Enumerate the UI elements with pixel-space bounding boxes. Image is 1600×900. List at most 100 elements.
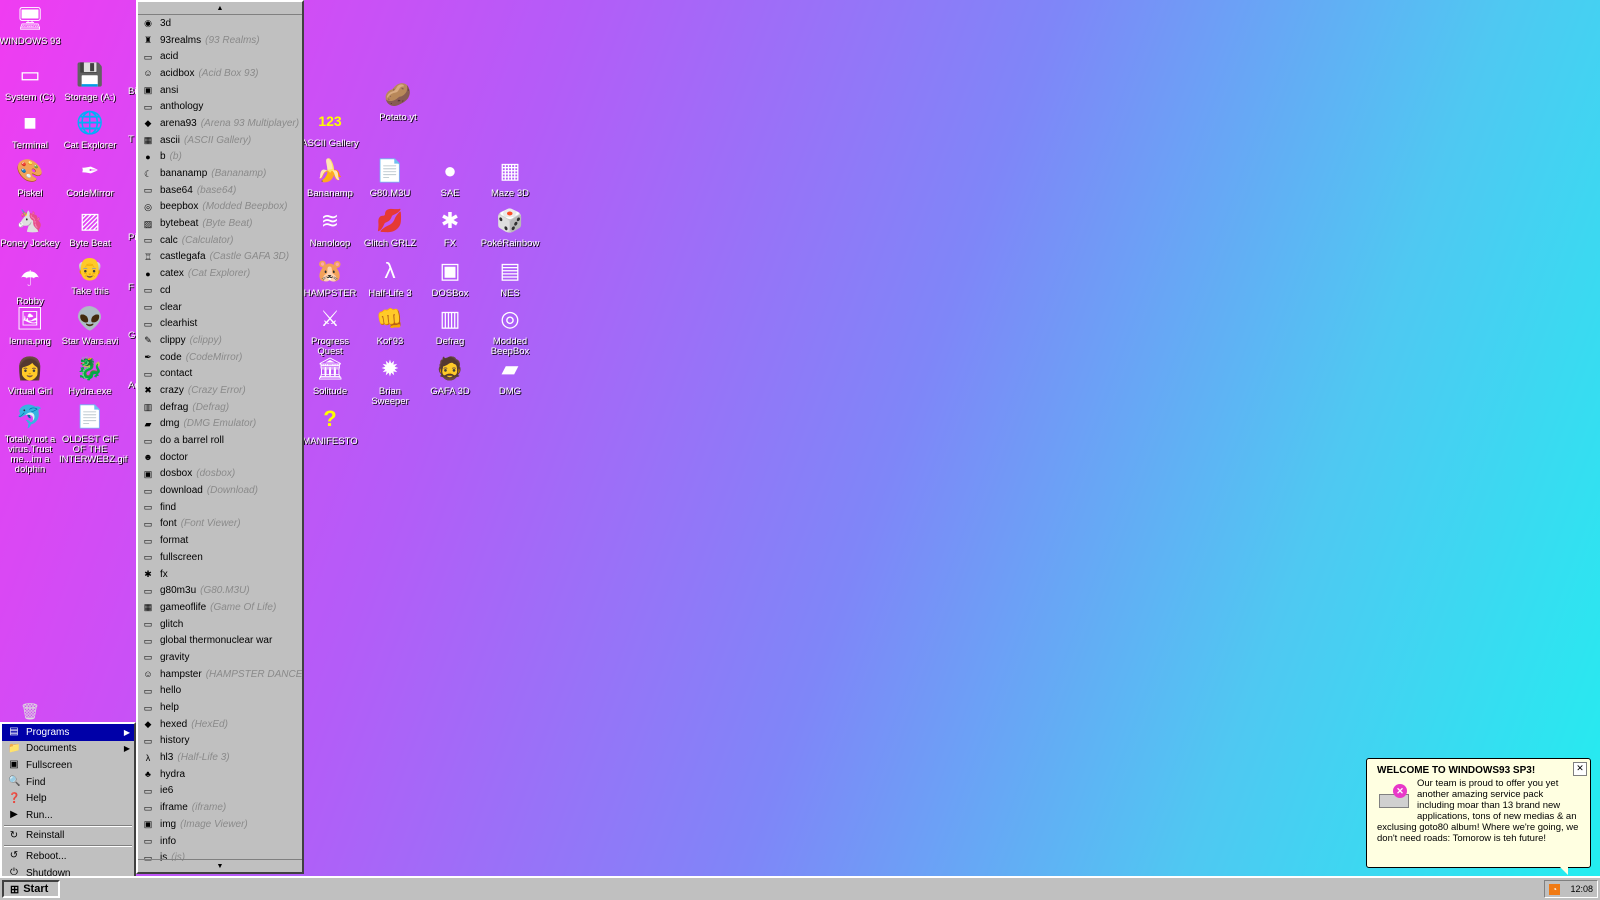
program-item-font[interactable]: ▭ font (Font Viewer) bbox=[138, 516, 302, 533]
program-item-3d[interactable]: ◉ 3d bbox=[138, 15, 302, 32]
program-item-arena93[interactable]: ◆ arena93 (Arena 93 Multiplayer) bbox=[138, 115, 302, 132]
program-item-clearhist[interactable]: ▭ clearhist bbox=[138, 315, 302, 332]
program-item-hexed[interactable]: ◆ hexed (HexEd) bbox=[138, 716, 302, 733]
desktop-icon-defrag[interactable]: ▥ Defrag bbox=[419, 304, 481, 347]
desktop-icon-maze-3d[interactable]: ▦ Maze 3D bbox=[479, 156, 541, 199]
desktop-icon-codemirror[interactable]: ✒ CodeMirror bbox=[59, 156, 121, 199]
program-item-catex[interactable]: ● catex (Cat Explorer) bbox=[138, 265, 302, 282]
recycle-bin-icon[interactable]: 🗑 bbox=[18, 702, 42, 721]
desktop-icon-half-life-3[interactable]: λ Half-Life 3 bbox=[359, 256, 421, 299]
program-item-hampster[interactable]: ☺ hampster (HAMPSTER DANCE) bbox=[138, 666, 302, 683]
desktop-icon-terminal[interactable]: ■ Terminal bbox=[0, 108, 61, 151]
program-item-clear[interactable]: ▭ clear bbox=[138, 299, 302, 316]
start-item-reinstall[interactable]: ↻ Reinstall bbox=[2, 828, 134, 845]
start-item-fullscreen[interactable]: ▣ Fullscreen bbox=[2, 757, 134, 774]
desktop-icon-ascii-gallery[interactable]: 123 ASCII Gallery bbox=[299, 106, 361, 149]
start-item-help[interactable]: ❓ Help bbox=[2, 790, 134, 807]
program-item-cd[interactable]: ▭ cd bbox=[138, 282, 302, 299]
program-item-93realms[interactable]: ♜ 93realms (93 Realms) bbox=[138, 32, 302, 49]
program-item-help[interactable]: ▭ help bbox=[138, 699, 302, 716]
program-item-clippy[interactable]: ✎ clippy (clippy) bbox=[138, 332, 302, 349]
program-item-g80m3u[interactable]: ▭ g80m3u (G80.M3U) bbox=[138, 582, 302, 599]
program-item-ansi[interactable]: ▣ ansi bbox=[138, 82, 302, 99]
start-item-run[interactable]: ▶ Run... bbox=[2, 807, 134, 824]
program-item-format[interactable]: ▭ format bbox=[138, 532, 302, 549]
program-item-calc[interactable]: ▭ calc (Calculator) bbox=[138, 232, 302, 249]
rss-icon[interactable]: ◔ bbox=[1549, 883, 1560, 895]
desktop-icon-dmg[interactable]: ▰ DMG bbox=[479, 354, 541, 397]
desktop-icon-brian-sweeper[interactable]: ✹ Brian Sweeper bbox=[359, 354, 421, 407]
desktop-icon-nanoloop[interactable]: ≋ Nanoloop bbox=[299, 206, 361, 249]
desktop-icon-storage-a[interactable]: 💾 Storage (A:) bbox=[59, 60, 121, 103]
start-button[interactable]: ⊞ Start bbox=[2, 880, 60, 898]
program-item-history[interactable]: ▭ history bbox=[138, 733, 302, 750]
program-item-bananamp[interactable]: ☾ bananamp (Bananamp) bbox=[138, 165, 302, 182]
desktop-icon-gafa-3d[interactable]: 🧔 GAFA 3D bbox=[419, 354, 481, 397]
start-item-documents[interactable]: 📁 Documents ▶ bbox=[2, 741, 134, 758]
program-item-fullscreen[interactable]: ▭ fullscreen bbox=[138, 549, 302, 566]
desktop-icon-take-this[interactable]: 👴 Take this bbox=[59, 254, 121, 297]
program-item-hl3[interactable]: λ hl3 (Half-Life 3) bbox=[138, 749, 302, 766]
program-item-dmg[interactable]: ▰ dmg (DMG Emulator) bbox=[138, 416, 302, 433]
program-item-ie6[interactable]: ▭ ie6 bbox=[138, 783, 302, 800]
start-item-reboot[interactable]: ↺ Reboot... bbox=[2, 848, 134, 865]
program-item-beepbox[interactable]: ◎ beepbox (Modded Beepbox) bbox=[138, 199, 302, 216]
scroll-up-arrow-icon[interactable]: ▲ bbox=[138, 2, 302, 15]
desktop-icon-g80m3u[interactable]: 📄 G80.M3U bbox=[359, 156, 421, 199]
program-item-castlegafa[interactable]: ♖ castlegafa (Castle GAFA 3D) bbox=[138, 249, 302, 266]
desktop-icon-manifesto[interactable]: ? MANIFESTO bbox=[299, 404, 361, 447]
program-item-hello[interactable]: ▭ hello bbox=[138, 683, 302, 700]
desktop-icon-piskel[interactable]: 🎨 Piskel bbox=[0, 156, 61, 199]
program-item-download[interactable]: ▭ download (Download) bbox=[138, 482, 302, 499]
program-item-gameoflife[interactable]: ▦ gameoflife (Game Of Life) bbox=[138, 599, 302, 616]
program-item-find[interactable]: ▭ find bbox=[138, 499, 302, 516]
program-item-ascii[interactable]: ▦ ascii (ASCII Gallery) bbox=[138, 132, 302, 149]
start-item-find[interactable]: 🔍 Find bbox=[2, 774, 134, 791]
program-item-hydra[interactable]: ♣ hydra bbox=[138, 766, 302, 783]
scroll-down-arrow-icon[interactable]: ▼ bbox=[138, 859, 302, 872]
desktop-icon-potato-yt[interactable]: 🥔 Potato.yt bbox=[367, 80, 429, 123]
program-item-info[interactable]: ▭ info bbox=[138, 833, 302, 850]
program-item-acid[interactable]: ▭ acid bbox=[138, 48, 302, 65]
desktop-icon-nes[interactable]: ▤ NES bbox=[479, 256, 541, 299]
program-item-defrag[interactable]: ▥ defrag (Defrag) bbox=[138, 399, 302, 416]
desktop-icon-system-c[interactable]: ▭ System (C:) bbox=[0, 60, 61, 103]
desktop-icon-totally-not-a-virus[interactable]: 🐬 Totally not a virus.Trust me...im a dol… bbox=[0, 402, 61, 475]
desktop-icon-progress-quest[interactable]: ⚔ Progress Quest bbox=[299, 304, 361, 357]
program-item-contact[interactable]: ▭ contact bbox=[138, 365, 302, 382]
program-item-code[interactable]: ✒ code (CodeMirror) bbox=[138, 349, 302, 366]
program-item-gravity[interactable]: ▭ gravity bbox=[138, 649, 302, 666]
program-item-global-thermonuclear-war[interactable]: ▭ global thermonuclear war bbox=[138, 632, 302, 649]
desktop-icon-virtual-girl[interactable]: 👩 Virtual Girl bbox=[0, 354, 61, 397]
desktop-icon-hampster[interactable]: 🐹 HAMPSTER bbox=[299, 256, 361, 299]
desktop-icon-byte-beat[interactable]: ▨ Byte Beat bbox=[59, 206, 121, 249]
program-item-acidbox[interactable]: ☺ acidbox (Acid Box 93) bbox=[138, 65, 302, 82]
desktop-icon-windows93[interactable]: 🖥 WINDOWS 93 bbox=[0, 4, 61, 47]
start-item-programs[interactable]: ▤ Programs ▶ bbox=[2, 724, 134, 741]
program-item-img[interactable]: ▣ img (Image Viewer) bbox=[138, 816, 302, 833]
desktop-icon-glitch-grlz[interactable]: 💋 Glitch GRLZ bbox=[359, 206, 421, 249]
program-item-dosbox[interactable]: ▣ dosbox (dosbox) bbox=[138, 466, 302, 483]
program-item-iframe[interactable]: ▭ iframe (iframe) bbox=[138, 799, 302, 816]
desktop-icon-pokerainbow[interactable]: 🎲 PokéRainbow bbox=[479, 206, 541, 249]
desktop-icon-dosbox[interactable]: ▣ DOSBox bbox=[419, 256, 481, 299]
desktop-icon-modded-beepbox[interactable]: ◎ Modded BeepBox bbox=[479, 304, 541, 357]
desktop-icon-hydra-exe[interactable]: 🐉 Hydra.exe bbox=[59, 354, 121, 397]
program-item-doctor[interactable]: ☻ doctor bbox=[138, 449, 302, 466]
program-item-anthology[interactable]: ▭ anthology bbox=[138, 98, 302, 115]
close-icon[interactable]: ✕ bbox=[1573, 762, 1587, 776]
desktop-icon-robby[interactable]: ☂ Robby bbox=[0, 264, 61, 307]
desktop-icon-star-wars-avi[interactable]: 👽 Star Wars.avi bbox=[59, 304, 121, 347]
desktop-icon-oldest-gif[interactable]: 📄 OLDEST GIF OF THE INTERWEBZ.gif bbox=[59, 402, 127, 465]
desktop-icon-fx[interactable]: ✱ FX bbox=[419, 206, 481, 249]
desktop-icon-lenna-png[interactable]: 🖼 lenna.png bbox=[0, 304, 61, 347]
program-item-crazy[interactable]: ✖ crazy (Crazy Error) bbox=[138, 382, 302, 399]
desktop-icon-kof93[interactable]: 👊 Kof'93 bbox=[359, 304, 421, 347]
desktop-icon-poney-jockey[interactable]: 🦄 Poney Jockey bbox=[0, 206, 61, 249]
desktop-icon-bananamp[interactable]: 🍌 Bananamp bbox=[299, 156, 361, 199]
desktop-icon-cat-explorer[interactable]: 🌐 Cat Explorer bbox=[59, 108, 121, 151]
program-item-fx[interactable]: ✱ fx bbox=[138, 566, 302, 583]
desktop-icon-solitude[interactable]: 🏛 Solitude bbox=[299, 354, 361, 397]
program-item-b[interactable]: ● b (b) bbox=[138, 149, 302, 166]
program-item-do-a-barrel-roll[interactable]: ▭ do a barrel roll bbox=[138, 432, 302, 449]
